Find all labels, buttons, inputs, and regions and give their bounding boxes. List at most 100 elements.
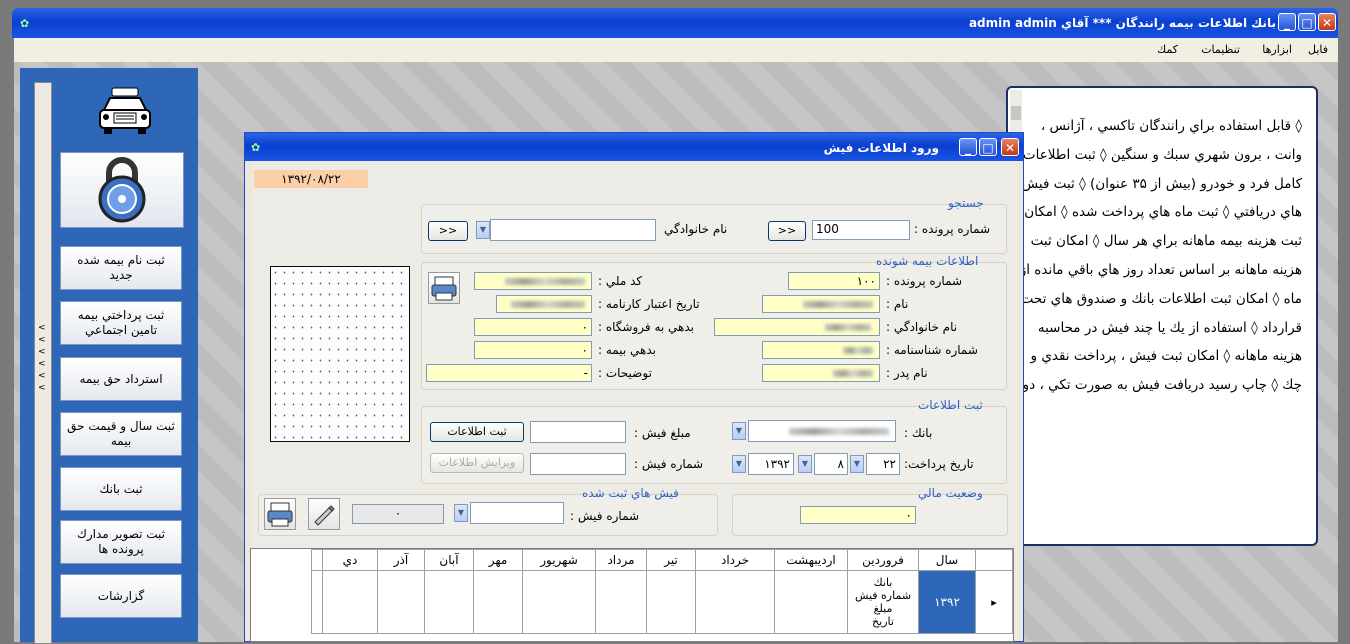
- insured-id-number-field[interactable]: [762, 341, 880, 359]
- pay-year-combo[interactable]: ۱۳۹۲: [748, 453, 794, 475]
- grid-header-extra: [311, 549, 323, 571]
- printer-icon[interactable]: [428, 272, 460, 304]
- payments-table: سال فروردين ارديبهشت خرداد تير مرداد شهر…: [311, 549, 1013, 634]
- year-price-button[interactable]: ثبت سال و قيمت حق بيمه: [60, 412, 182, 456]
- insured-last-name-field[interactable]: [714, 318, 880, 336]
- taxi-icon: [99, 87, 151, 134]
- grid-header-dey: دي: [322, 549, 378, 571]
- sidebar-collapse-strip[interactable]: < < < < < <: [34, 82, 52, 644]
- document-images-button[interactable]: ثبت تصوير مدارك پرونده ها: [60, 520, 182, 564]
- grid-cell[interactable]: [522, 570, 596, 634]
- national-code-field[interactable]: [474, 272, 592, 290]
- search-legend: جستجو: [948, 196, 984, 210]
- lock-icon: [98, 157, 146, 223]
- receipts-legend: فيش هاي ثبت شده: [582, 486, 679, 500]
- printer-icon[interactable]: [264, 498, 296, 530]
- grid-row-labels: بانك شماره فيش مبلغ تاريخ: [847, 570, 919, 634]
- grid-cell[interactable]: [473, 570, 523, 634]
- app-title: بانك اطلاعات بيمه رانندگان *** آقاي admi…: [968, 16, 1276, 30]
- grid-cell[interactable]: [646, 570, 696, 634]
- row-label-receipt: شماره فيش: [854, 589, 912, 602]
- current-date: ۱۳۹۲/۰۸/۲۲: [254, 170, 368, 188]
- maximize-button[interactable]: □: [1298, 13, 1316, 31]
- register-bank-button[interactable]: ثبت بانك: [60, 467, 182, 511]
- menu-help[interactable]: كمك: [1157, 43, 1178, 56]
- grid-cell[interactable]: [322, 570, 378, 634]
- description-field[interactable]: -: [426, 364, 592, 382]
- pay-date-label: تاريخ پرداخت:: [904, 457, 974, 471]
- grid-cell[interactable]: [595, 570, 647, 634]
- edit-button[interactable]: ويرايش اطلاعات: [430, 453, 524, 473]
- menu-file[interactable]: فايل: [1308, 43, 1328, 56]
- insured-name-field[interactable]: [762, 295, 880, 313]
- insured-father-name-field[interactable]: [762, 364, 880, 382]
- receipts-number-label: شماره فيش :: [570, 509, 640, 523]
- chevron-down-icon[interactable]: ▼: [476, 221, 490, 239]
- grid-header-row: سال فروردين ارديبهشت خرداد تير مرداد شهر…: [311, 549, 1013, 571]
- dialog-close-button[interactable]: ✕: [1001, 138, 1019, 156]
- insured-legend: اطلاعات بيمه شونده: [876, 254, 979, 268]
- grid-cell[interactable]: [311, 570, 323, 634]
- grid-header-shahrivar: شهريور: [522, 549, 596, 571]
- search-last-name-combo[interactable]: [490, 219, 656, 241]
- menu-tools[interactable]: ابزارها: [1262, 43, 1292, 56]
- grid-header-mordad: مرداد: [595, 549, 647, 571]
- card-validity-field[interactable]: [496, 295, 592, 313]
- chevron-down-icon[interactable]: ▼: [454, 504, 468, 522]
- row-indicator-icon: ▸: [975, 570, 1013, 634]
- menu-settings[interactable]: تنظيمات: [1201, 43, 1240, 56]
- pay-month-combo[interactable]: ۸: [814, 453, 848, 475]
- search-file-go-button[interactable]: <<: [768, 221, 806, 241]
- grid-header-khordad: خرداد: [695, 549, 775, 571]
- grid-header-indicator: [975, 549, 1013, 571]
- dialog-app-icon: ✿: [251, 141, 261, 154]
- insured-photo: [270, 266, 410, 442]
- amount-input[interactable]: [530, 421, 626, 443]
- reports-button[interactable]: گزارشات: [60, 574, 182, 618]
- grid-cell[interactable]: [377, 570, 425, 634]
- chevron-down-icon[interactable]: ▼: [798, 455, 812, 473]
- grid-year-cell[interactable]: ۱۳۹۲: [918, 570, 976, 634]
- bank-combo[interactable]: [748, 420, 896, 442]
- search-file-number-input[interactable]: 100: [812, 220, 910, 240]
- menu-bar: فايل ابزارها تنظيمات كمك: [14, 38, 1338, 63]
- table-row[interactable]: ▸ ۱۳۹۲ بانك شماره فيش مبلغ تاريخ: [311, 570, 1013, 634]
- pen-icon[interactable]: [308, 498, 340, 530]
- insured-file-number-field[interactable]: ۱۰۰: [788, 272, 880, 290]
- dialog-minimize-button[interactable]: _: [959, 138, 977, 156]
- register-insured-button[interactable]: ثبت نام بيمه شده جديد: [60, 246, 182, 290]
- chevron-down-icon[interactable]: ▼: [850, 455, 864, 473]
- store-debt-label: بدهي به فروشگاه :: [598, 320, 695, 334]
- dialog-maximize-button[interactable]: □: [979, 138, 997, 156]
- description-label: توضيحات :: [598, 366, 652, 380]
- save-button[interactable]: ثبت اطلاعات: [430, 422, 524, 442]
- receipts-number-combo[interactable]: [470, 502, 564, 524]
- grid-cell[interactable]: [424, 570, 474, 634]
- chevron-left-icon: <: [38, 347, 46, 357]
- app-icon: ✿: [20, 17, 30, 30]
- grid-cell[interactable]: [774, 570, 848, 634]
- minimize-button[interactable]: _: [1278, 13, 1296, 31]
- search-name-go-button[interactable]: <<: [428, 221, 468, 241]
- refund-button[interactable]: استرداد حق بيمه: [60, 357, 182, 401]
- insured-id-number-label: شماره شناسنامه :: [886, 343, 978, 357]
- grid-header-azar: آذر: [377, 549, 425, 571]
- lock-button[interactable]: [60, 152, 184, 228]
- social-security-payment-button[interactable]: ثبت پرداختي بيمه تامين اجتماعي: [60, 301, 182, 345]
- chevron-down-icon[interactable]: ▼: [732, 422, 746, 440]
- insurance-debt-field[interactable]: ۰: [474, 341, 592, 359]
- chevron-left-icon: <: [38, 335, 46, 345]
- grid-cell[interactable]: [695, 570, 775, 634]
- receipts-count-field: ۰: [352, 504, 444, 524]
- close-button[interactable]: ✕: [1318, 13, 1336, 31]
- app-titlebar: ✿ بانك اطلاعات بيمه رانندگان *** آقاي ad…: [12, 8, 1338, 38]
- store-debt-field[interactable]: ۰: [474, 318, 592, 336]
- chevron-down-icon[interactable]: ▼: [732, 455, 746, 473]
- pay-day-combo[interactable]: ۲۲: [866, 453, 900, 475]
- row-label-date: تاريخ: [872, 615, 894, 628]
- chevron-left-icon: <: [38, 371, 46, 381]
- search-file-number-label: شماره پرونده :: [914, 222, 991, 236]
- receipt-number-input[interactable]: [530, 453, 626, 475]
- chevron-left-icon: <: [38, 323, 46, 333]
- financial-status-field[interactable]: ۰: [800, 506, 916, 524]
